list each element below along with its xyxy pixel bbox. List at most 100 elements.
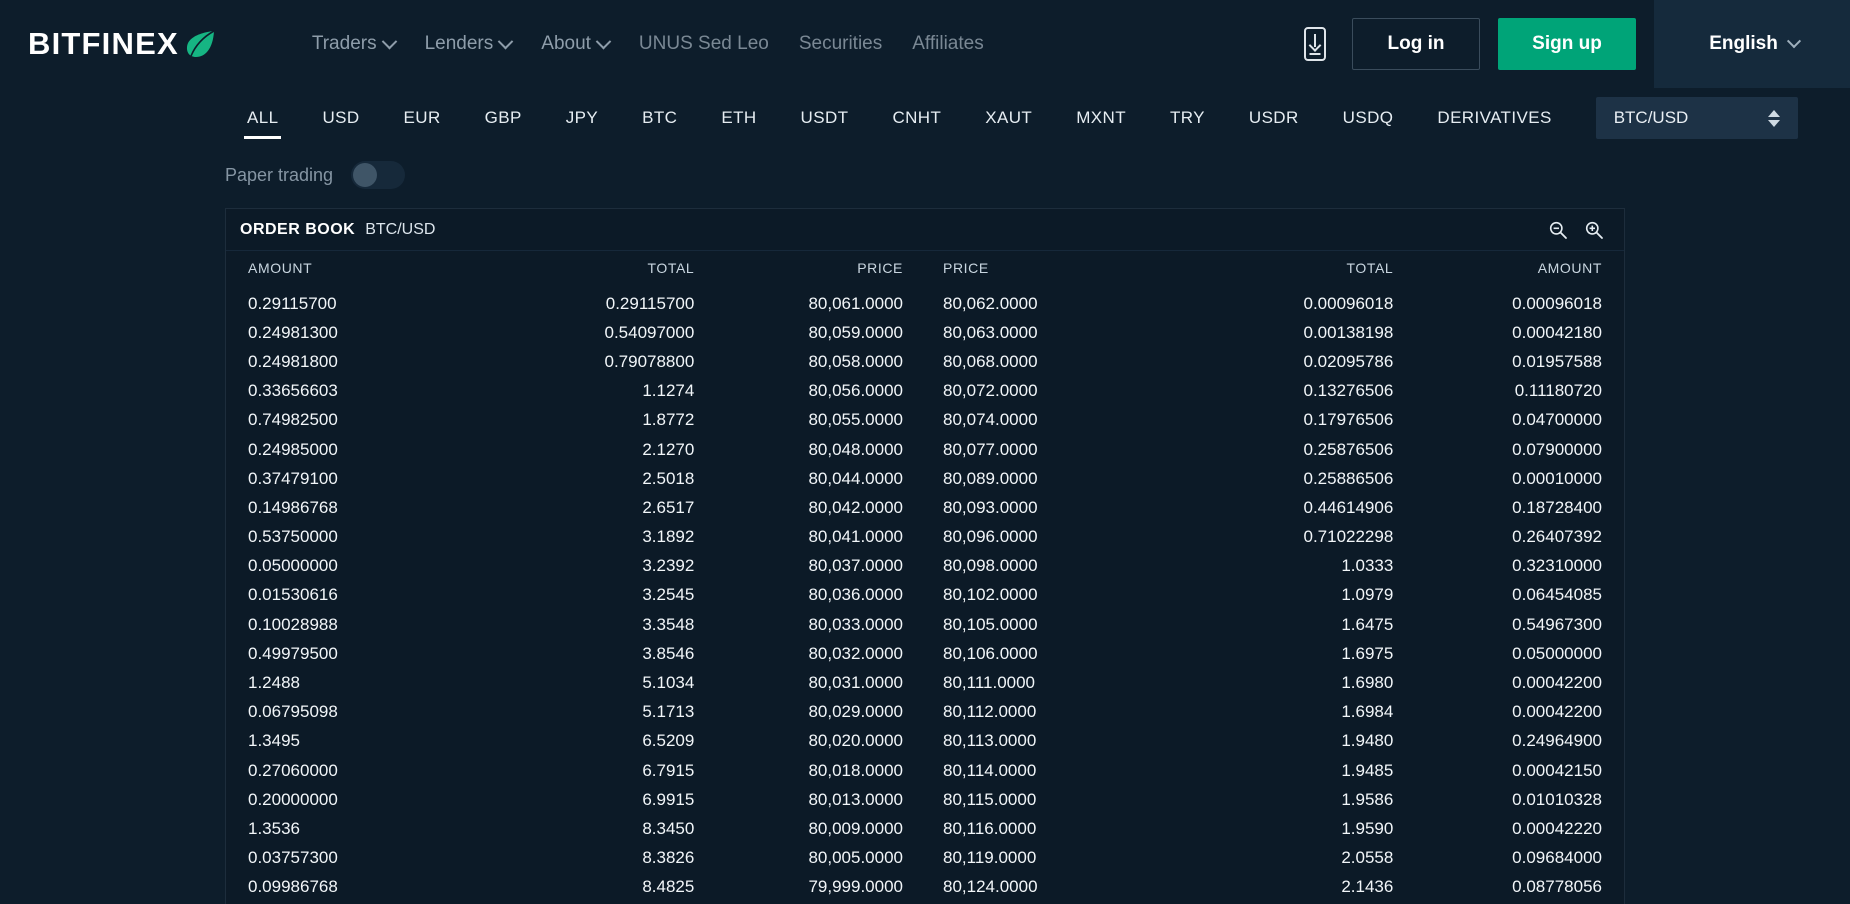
table-row[interactable]: 80,113.0000 1.9480 0.24964900 (925, 727, 1624, 756)
table-row[interactable]: 1.3536 8.3450 80,009.0000 (226, 814, 925, 843)
table-row[interactable]: 80,068.0000 0.02095786 0.01957588 (925, 347, 1624, 376)
table-row[interactable]: 80,074.0000 0.17976506 0.04700000 (925, 406, 1624, 435)
tab-usdr[interactable]: USDR (1227, 97, 1321, 139)
bids-cell: 80,058.0000 (808, 351, 903, 371)
asks-cell: 1.6980 (1341, 673, 1394, 693)
table-row[interactable]: 80,111.0000 1.6980 0.00042200 (925, 668, 1624, 697)
asks-cell: 1.9586 (1341, 789, 1394, 809)
table-row[interactable]: 0.37479100 2.5018 80,044.0000 (226, 464, 925, 493)
tab-cnht[interactable]: CNHT (870, 97, 963, 139)
table-row[interactable]: 0.05000000 3.2392 80,037.0000 (226, 552, 925, 581)
bids-col-amount[interactable]: AMOUNT (226, 251, 457, 289)
nav-item-securities[interactable]: Securities (799, 33, 882, 55)
table-row[interactable]: 0.20000000 6.9915 80,013.0000 (226, 785, 925, 814)
table-row[interactable]: 1.2488 5.1034 80,031.0000 (226, 668, 925, 697)
asks-cell: 2.1436 (1341, 877, 1394, 897)
bids-cell: 0.24985000 (248, 439, 338, 459)
table-row[interactable]: 0.24985000 2.1270 80,048.0000 (226, 435, 925, 464)
paper-trading-toggle[interactable] (351, 161, 406, 189)
table-row[interactable]: 0.74982500 1.8772 80,055.0000 (226, 406, 925, 435)
table-row[interactable]: 80,114.0000 1.9485 0.00042150 (925, 756, 1624, 785)
nav-label-about: About (541, 33, 591, 54)
table-row[interactable]: 80,072.0000 0.13276506 0.11180720 (925, 377, 1624, 406)
tab-btc[interactable]: BTC (620, 97, 699, 139)
table-row[interactable]: 80,089.0000 0.25886506 0.00010000 (925, 464, 1624, 493)
tab-jpy[interactable]: JPY (544, 97, 620, 139)
nav-item-about[interactable]: About (541, 33, 612, 55)
tab-eth[interactable]: ETH (699, 97, 778, 139)
table-row[interactable]: 80,112.0000 1.6984 0.00042200 (925, 698, 1624, 727)
tab-xaut[interactable]: XAUT (963, 97, 1054, 139)
table-row[interactable]: 0.29115700 0.29115700 80,061.0000 (226, 289, 925, 318)
asks-cell: 0.00096018 (1512, 293, 1602, 313)
asks-cell: 0.26407392 (1512, 527, 1602, 547)
table-row[interactable]: 80,102.0000 1.0979 0.06454085 (925, 581, 1624, 610)
table-row[interactable]: 80,096.0000 0.71022298 0.26407392 (925, 523, 1624, 552)
asks-col-amount[interactable]: AMOUNT (1393, 251, 1624, 289)
asks-cell: 0.04700000 (1512, 410, 1602, 430)
table-row[interactable]: 0.53750000 3.1892 80,041.0000 (226, 523, 925, 552)
pair-selector-value: BTC/USD (1613, 108, 1689, 127)
table-row[interactable]: 0.09986768 8.4825 79,999.0000 (226, 873, 925, 902)
asks-col-total[interactable]: TOTAL (1156, 251, 1394, 289)
asks-cell: 0.08778056 (1512, 877, 1602, 897)
bids-col-total[interactable]: TOTAL (457, 251, 695, 289)
bids-cell: 0.74982500 (248, 410, 338, 430)
tab-gbp[interactable]: GBP (463, 97, 544, 139)
tab-usd[interactable]: USD (300, 97, 381, 139)
bids-col-price[interactable]: PRICE (694, 251, 925, 289)
tab-derivatives[interactable]: DERIVATIVES (1415, 97, 1573, 139)
bids-cell: 0.10028988 (248, 614, 338, 634)
table-row[interactable]: 80,093.0000 0.44614906 0.18728400 (925, 493, 1624, 522)
table-row[interactable]: 80,115.0000 1.9586 0.01010328 (925, 785, 1624, 814)
tab-usdq[interactable]: USDQ (1321, 97, 1416, 139)
table-row[interactable]: 80,124.0000 2.1436 0.08778056 (925, 873, 1624, 902)
tab-mxnt[interactable]: MXNT (1054, 97, 1148, 139)
table-row[interactable]: 80,077.0000 0.25876506 0.07900000 (925, 435, 1624, 464)
bids-cell: 0.05000000 (248, 556, 338, 576)
table-row[interactable]: 0.33656603 1.1274 80,056.0000 (226, 377, 925, 406)
order-book-bids-side: AMOUNT TOTAL PRICE 0.29115700 0.29115700 8… (226, 251, 925, 904)
bids-cell: 3.2392 (642, 556, 695, 576)
table-row[interactable]: 80,098.0000 1.0333 0.32310000 (925, 552, 1624, 581)
zoom-in-icon[interactable] (1584, 220, 1604, 240)
asks-cell: 1.9590 (1341, 818, 1394, 838)
mobile-download-icon[interactable] (1304, 27, 1326, 61)
table-row[interactable]: 0.27060000 6.7915 80,018.0000 (226, 756, 925, 785)
table-row[interactable]: 0.10028988 3.3548 80,033.0000 (226, 610, 925, 639)
zoom-out-icon[interactable] (1548, 220, 1568, 240)
login-button[interactable]: Log in (1352, 18, 1480, 70)
bids-cell: 80,044.0000 (808, 468, 903, 488)
bitfinex-logo[interactable]: BITFINEX (28, 26, 215, 62)
table-row[interactable]: 0.24981800 0.79078800 80,058.0000 (226, 347, 925, 376)
tab-try[interactable]: TRY (1148, 97, 1227, 139)
asks-col-price[interactable]: PRICE (925, 251, 1156, 289)
signup-button[interactable]: Sign up (1498, 18, 1636, 70)
table-row[interactable]: 0.06795098 5.1713 80,029.0000 (226, 698, 925, 727)
table-row[interactable]: 0.24981300 0.54097000 80,059.0000 (226, 318, 925, 347)
table-row[interactable]: 80,063.0000 0.00138198 0.00042180 (925, 318, 1624, 347)
tab-all[interactable]: ALL (225, 97, 300, 139)
nav-item-unus-sed-leo[interactable]: UNUS Sed Leo (639, 33, 769, 55)
pair-selector[interactable]: BTC/USD (1595, 97, 1798, 139)
nav-item-lenders[interactable]: Lenders (425, 33, 514, 55)
asks-cell: 0.02095786 (1303, 351, 1394, 371)
table-row[interactable]: 0.49979500 3.8546 80,032.0000 (226, 639, 925, 668)
tab-usdt[interactable]: USDT (779, 97, 871, 139)
table-row[interactable]: 1.3495 6.5209 80,020.0000 (226, 727, 925, 756)
nav-item-affiliates[interactable]: Affiliates (912, 33, 983, 55)
table-row[interactable]: 0.14986768 2.6517 80,042.0000 (226, 493, 925, 522)
tab-eur[interactable]: EUR (382, 97, 463, 139)
table-row[interactable]: 80,106.0000 1.6975 0.05000000 (925, 639, 1624, 668)
table-row[interactable]: 0.03757300 8.3826 80,005.0000 (226, 844, 925, 873)
bids-cell: 3.1892 (642, 527, 695, 547)
nav-item-traders[interactable]: Traders (312, 33, 397, 55)
table-row[interactable]: 80,105.0000 1.6475 0.54967300 (925, 610, 1624, 639)
table-row[interactable]: 80,062.0000 0.00096018 0.00096018 (925, 289, 1624, 318)
language-selector[interactable]: English (1654, 0, 1850, 88)
asks-cell: 80,098.0000 (943, 556, 1038, 576)
bids-cell: 6.5209 (642, 731, 695, 751)
table-row[interactable]: 80,116.0000 1.9590 0.00042220 (925, 814, 1624, 843)
table-row[interactable]: 0.01530616 3.2545 80,036.0000 (226, 581, 925, 610)
table-row[interactable]: 80,119.0000 2.0558 0.09684000 (925, 844, 1624, 873)
